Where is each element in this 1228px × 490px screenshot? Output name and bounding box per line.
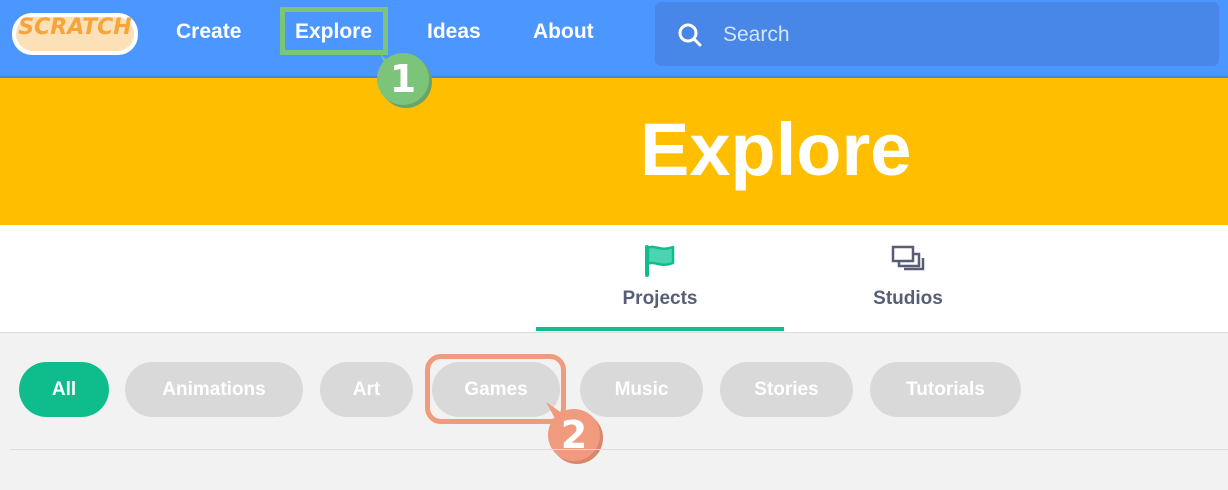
nav-about-link[interactable]: About — [533, 20, 594, 44]
step-marker-2: 2 — [546, 402, 603, 464]
search-icon — [678, 23, 702, 47]
nav-explore-link[interactable]: Explore — [295, 20, 372, 44]
tab-studios-label: Studios — [873, 288, 943, 309]
explore-banner: Explore — [0, 78, 1228, 225]
nav-create-link[interactable]: Create — [176, 20, 241, 44]
step-marker-1: 1 — [377, 53, 432, 108]
step-marker-1-label: 1 — [390, 57, 416, 101]
logo-text: SCRATCH — [18, 15, 132, 40]
top-nav: SCRATCH Create Explore Ideas About — [0, 0, 1228, 78]
content-divider — [10, 449, 1228, 450]
active-tab-indicator — [536, 327, 784, 331]
tab-projects-label: Projects — [622, 288, 698, 309]
nav-ideas-link[interactable]: Ideas — [427, 20, 481, 44]
filter-animations[interactable]: Animations — [125, 362, 303, 417]
flag-icon — [645, 245, 675, 277]
search-bar[interactable] — [655, 2, 1219, 66]
filter-all[interactable]: All — [19, 362, 109, 417]
filter-tutorials[interactable]: Tutorials — [870, 362, 1021, 417]
step-marker-2-label: 2 — [561, 413, 587, 457]
filter-art[interactable]: Art — [320, 362, 413, 417]
tab-studios[interactable]: Studios — [784, 225, 1032, 332]
scratch-logo[interactable]: SCRATCH — [10, 9, 140, 59]
explore-tabs: Projects Studios — [0, 225, 1228, 333]
filter-stories[interactable]: Stories — [720, 362, 853, 417]
tab-projects[interactable]: Projects — [536, 225, 784, 332]
banner-title: Explore — [640, 108, 912, 191]
search-input[interactable] — [721, 20, 1195, 50]
studios-icon — [891, 245, 925, 271]
